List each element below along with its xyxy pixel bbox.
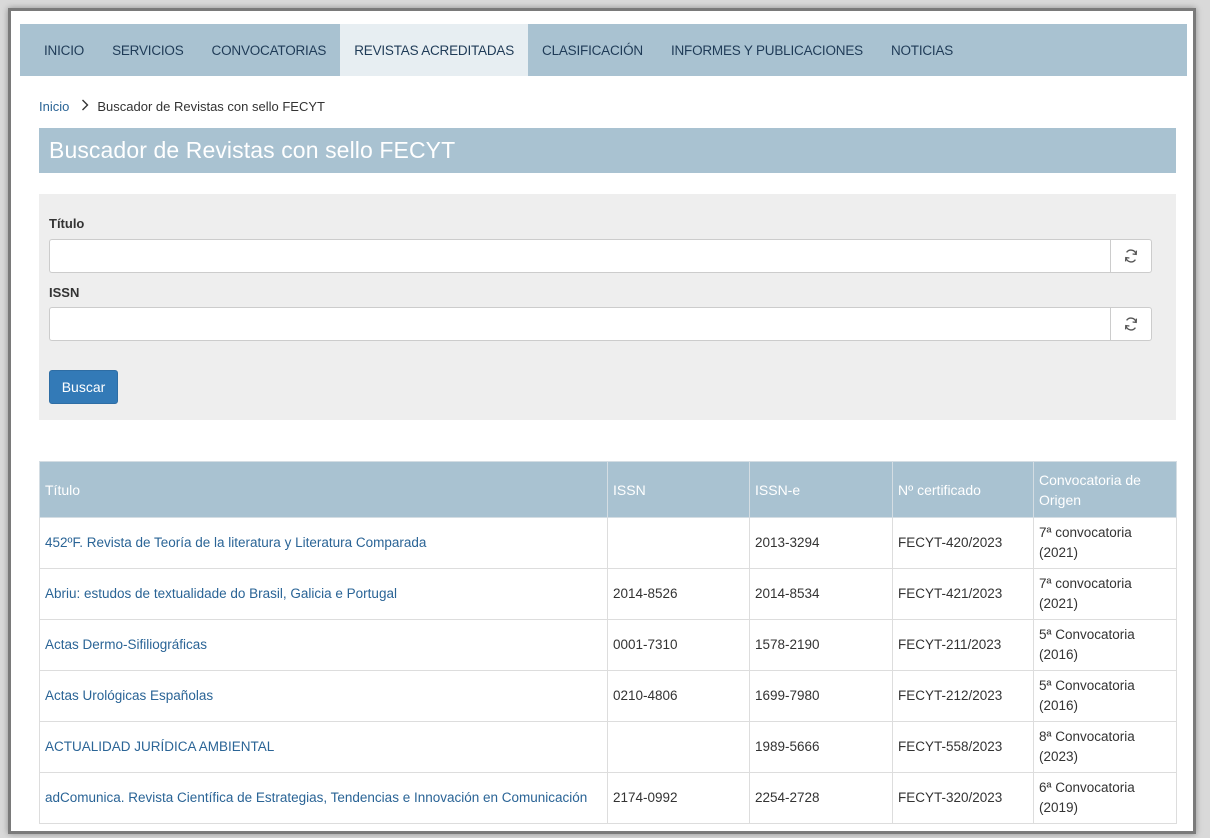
journal-link[interactable]: ACTUALIDAD JURÍDICA AMBIENTAL <box>45 739 274 754</box>
nav-item-noticias[interactable]: NOTICIAS <box>877 24 967 76</box>
breadcrumb-current: Buscador de Revistas con sello FECYT <box>97 98 325 114</box>
issn-reset-button[interactable] <box>1110 307 1152 341</box>
journal-link[interactable]: 452ºF. Revista de Teoría de la literatur… <box>45 535 426 550</box>
cell-titulo: Actas Urológicas Españolas <box>39 670 608 722</box>
cell-certificado: FECYT-211/2023 <box>892 619 1034 671</box>
issn-label: ISSN <box>49 285 80 300</box>
cell-certificado: FECYT-320/2023 <box>892 772 1034 824</box>
nav-item-convocatorias[interactable]: CONVOCATORIAS <box>198 24 341 76</box>
nav-item-servicios[interactable]: SERVICIOS <box>98 24 197 76</box>
refresh-icon <box>1124 317 1138 331</box>
cell-issn <box>607 721 750 773</box>
cell-issn-e: 2013-3294 <box>749 517 893 569</box>
journal-link[interactable]: adComunica. Revista Científica de Estrat… <box>45 790 587 805</box>
cell-certificado: FECYT-558/2023 <box>892 721 1034 773</box>
nav-item-clasificacion[interactable]: CLASIFICACIÓN <box>528 24 657 76</box>
cell-certificado: FECYT-421/2023 <box>892 568 1034 620</box>
nav-item-revistas-acreditadas[interactable]: REVISTAS ACREDITADAS <box>340 24 529 76</box>
cell-titulo: 452ºF. Revista de Teoría de la literatur… <box>39 517 608 569</box>
main-nav: INICIO SERVICIOS CONVOCATORIAS REVISTAS … <box>20 24 1187 76</box>
breadcrumb: Inicio Buscador de Revistas con sello FE… <box>39 98 325 114</box>
table-header-row: Título ISSN ISSN-e Nº certificado Convoc… <box>39 461 1177 518</box>
nav-item-informes[interactable]: INFORMES Y PUBLICACIONES <box>657 24 877 76</box>
header-certificado[interactable]: Nº certificado <box>892 461 1034 518</box>
search-panel: Título ISSN Buscar <box>39 194 1176 420</box>
breadcrumb-home-link[interactable]: Inicio <box>39 99 69 114</box>
journal-link[interactable]: Actas Dermo-Sifiliográficas <box>45 637 207 652</box>
cell-issn-e: 2014-8534 <box>749 568 893 620</box>
cell-titulo: adComunica. Revista Científica de Estrat… <box>39 772 608 824</box>
cell-titulo: Abriu: estudos de textualidade do Brasil… <box>39 568 608 620</box>
journal-link[interactable]: Actas Urológicas Españolas <box>45 688 213 703</box>
buscar-button[interactable]: Buscar <box>49 370 118 404</box>
header-convocatoria[interactable]: Convocatoria de Origen <box>1033 461 1177 518</box>
table-row: 452ºF. Revista de Teoría de la literatur… <box>39 517 1177 569</box>
cell-issn <box>607 517 750 569</box>
results-table: Título ISSN ISSN-e Nº certificado Convoc… <box>39 461 1177 824</box>
cell-convocatoria: 5ª Convocatoria (2016) <box>1033 670 1177 722</box>
cell-convocatoria: 7ª convocatoria (2021) <box>1033 517 1177 569</box>
titulo-reset-button[interactable] <box>1110 239 1152 273</box>
header-titulo[interactable]: Título <box>39 461 608 518</box>
page-title-bar: Buscador de Revistas con sello FECYT <box>39 128 1176 173</box>
cell-convocatoria: 5ª Convocatoria (2016) <box>1033 619 1177 671</box>
cell-issn-e: 1989-5666 <box>749 721 893 773</box>
cell-certificado: FECYT-420/2023 <box>892 517 1034 569</box>
titulo-field-group <box>49 239 1152 273</box>
table-row: Actas Dermo-Sifiliográficas 0001-7310 15… <box>39 619 1177 671</box>
cell-convocatoria: 8ª Convocatoria (2023) <box>1033 721 1177 773</box>
header-issn[interactable]: ISSN <box>607 461 750 518</box>
issn-field-group <box>49 307 1152 341</box>
titulo-input[interactable] <box>49 239 1110 273</box>
issn-input[interactable] <box>49 307 1110 341</box>
cell-issn: 0001-7310 <box>607 619 750 671</box>
cell-issn-e: 2254-2728 <box>749 772 893 824</box>
cell-convocatoria: 7ª convocatoria (2021) <box>1033 568 1177 620</box>
header-issn-e[interactable]: ISSN-e <box>749 461 893 518</box>
table-row: adComunica. Revista Científica de Estrat… <box>39 772 1177 824</box>
table-row: Actas Urológicas Españolas 0210-4806 169… <box>39 670 1177 722</box>
journal-link[interactable]: Abriu: estudos de textualidade do Brasil… <box>45 586 397 601</box>
chevron-right-icon <box>81 98 89 114</box>
cell-certificado: FECYT-212/2023 <box>892 670 1034 722</box>
cell-titulo: ACTUALIDAD JURÍDICA AMBIENTAL <box>39 721 608 773</box>
titulo-label: Título <box>49 216 85 231</box>
cell-issn-e: 1578-2190 <box>749 619 893 671</box>
cell-issn: 0210-4806 <box>607 670 750 722</box>
cell-titulo: Actas Dermo-Sifiliográficas <box>39 619 608 671</box>
nav-item-inicio[interactable]: INICIO <box>30 24 98 76</box>
cell-issn: 2014-8526 <box>607 568 750 620</box>
cell-convocatoria: 6ª Convocatoria (2019) <box>1033 772 1177 824</box>
table-row: Abriu: estudos de textualidade do Brasil… <box>39 568 1177 620</box>
browser-frame: INICIO SERVICIOS CONVOCATORIAS REVISTAS … <box>8 8 1196 834</box>
table-row: ACTUALIDAD JURÍDICA AMBIENTAL 1989-5666 … <box>39 721 1177 773</box>
page-title: Buscador de Revistas con sello FECYT <box>49 137 456 163</box>
cell-issn: 2174-0992 <box>607 772 750 824</box>
cell-issn-e: 1699-7980 <box>749 670 893 722</box>
refresh-icon <box>1124 249 1138 263</box>
